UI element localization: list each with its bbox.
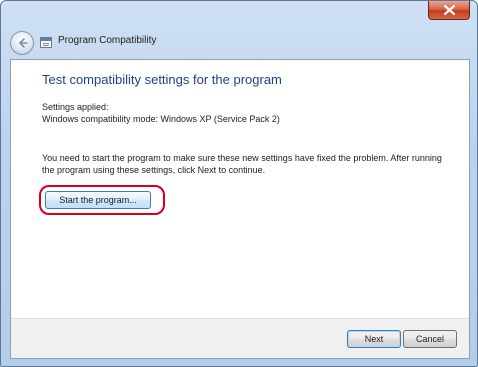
compatibility-mode-text: Windows compatibility mode: Windows XP (…	[42, 114, 280, 124]
next-button[interactable]: Next	[347, 330, 401, 348]
start-program-button[interactable]: Start the program...	[45, 191, 151, 209]
back-arrow-icon	[18, 38, 28, 48]
window-title: Program Compatibility	[58, 35, 157, 46]
close-button[interactable]	[428, 1, 470, 20]
close-icon	[443, 5, 455, 15]
next-button-label: Next	[364, 334, 384, 344]
page-heading: Test compatibility settings for the prog…	[42, 72, 282, 87]
content-panel: Test compatibility settings for the prog…	[10, 59, 470, 359]
button-footer: Next Cancel	[11, 318, 469, 358]
settings-applied-label: Settings applied:	[42, 102, 109, 112]
cancel-button[interactable]: Cancel	[403, 330, 457, 348]
instruction-text: You need to start the program to make su…	[42, 153, 442, 175]
back-button[interactable]	[10, 31, 34, 55]
program-icon	[40, 37, 52, 48]
dialog-window: Program Compatibility Test compatibility…	[0, 0, 478, 367]
